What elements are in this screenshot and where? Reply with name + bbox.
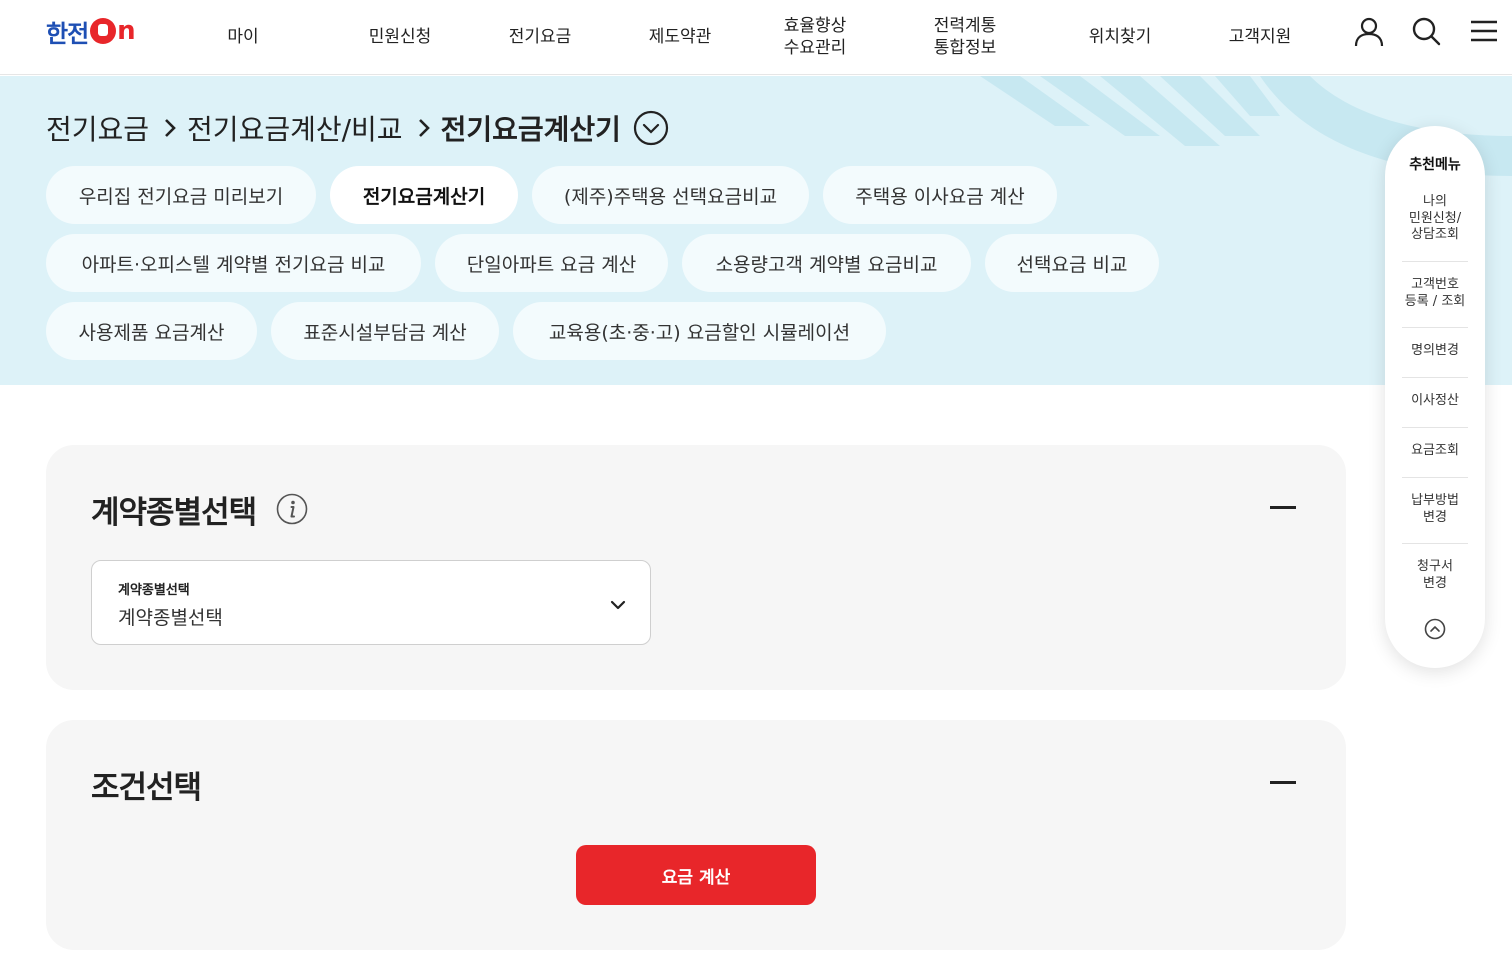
select-value: 계약종별선택 <box>118 607 223 629</box>
section-title: 조건선택 <box>91 770 202 806</box>
quick-menu: 추천메뉴 나의 민원신청/ 상담조회 고객번호 등록 / 조회 명의변경 이사정… <box>1385 126 1485 668</box>
quick-item-payment-method[interactable]: 납부방법 변경 <box>1402 490 1468 530</box>
quick-item-moving-settlement[interactable]: 이사정산 <box>1402 390 1468 412</box>
divider <box>1402 543 1468 544</box>
breadcrumb-dropdown-toggle[interactable] <box>633 110 669 146</box>
chip-appliance-calc[interactable]: 사용제품 요금계산 <box>46 302 257 360</box>
chevron-right-icon <box>417 117 431 139</box>
logo-on-mark: n <box>90 18 136 44</box>
chevron-up-circle-icon[interactable] <box>1424 618 1446 640</box>
chip-education-discount-sim[interactable]: 교육용(초·중·고) 요금할인 시뮬레이션 <box>513 302 886 360</box>
chip-home-bill-preview[interactable]: 우리집 전기요금 미리보기 <box>46 166 316 224</box>
chip-optional-rate-compare[interactable]: 선택요금 비교 <box>985 234 1159 292</box>
nav-my[interactable]: 마이 <box>203 0 283 75</box>
quick-item-invoice-change[interactable]: 청구서 변경 <box>1402 556 1468 596</box>
search-icon[interactable] <box>1410 16 1442 48</box>
quick-item-name-change[interactable]: 명의변경 <box>1402 340 1468 362</box>
collapse-toggle-button[interactable] <box>1270 497 1300 517</box>
contract-type-select[interactable]: 계약종별선택 계약종별선택 <box>91 560 651 645</box>
nav-locations[interactable]: 위치찾기 <box>1070 0 1170 75</box>
divider <box>1402 327 1468 328</box>
chip-small-customer-compare[interactable]: 소용량고객 계약별 요금비교 <box>682 234 971 292</box>
logo-suffix: n <box>117 16 136 46</box>
nav-regulations[interactable]: 제도약관 <box>630 0 730 75</box>
minus-icon <box>1270 505 1296 509</box>
nav-civil-request[interactable]: 민원신청 <box>350 0 450 75</box>
chip-bill-calculator[interactable]: 전기요금계산기 <box>330 166 518 224</box>
quick-item-bill-inquiry[interactable]: 요금조회 <box>1402 440 1468 462</box>
nav-electricity-bill[interactable]: 전기요금 <box>490 0 590 75</box>
minus-icon <box>1270 780 1296 784</box>
menu-icon[interactable] <box>1468 16 1500 48</box>
divider <box>1402 477 1468 478</box>
chevron-down-circle-icon <box>633 110 668 146</box>
breadcrumb-current: 전기요금계산기 <box>440 113 621 146</box>
logo-text: 한전 <box>46 19 89 48</box>
breadcrumb: 전기요금 전기요금계산/비교 전기요금계산기 <box>46 106 669 150</box>
nav-efficiency-demand[interactable]: 효율향상 수요관리 <box>765 0 865 75</box>
calculate-bill-button[interactable]: 요금 계산 <box>576 845 816 905</box>
divider <box>1402 261 1468 262</box>
chevron-right-icon <box>163 117 177 139</box>
user-icon[interactable] <box>1353 16 1385 48</box>
condition-section: 조건선택 요금 계산 <box>46 720 1346 950</box>
section-title: 계약종별선택 <box>91 495 257 531</box>
quick-item-customer-number[interactable]: 고객번호 등록 / 조회 <box>1402 274 1468 314</box>
select-label: 계약종별선택 <box>118 583 190 598</box>
quick-item-my-requests[interactable]: 나의 민원신청/ 상담조회 <box>1402 190 1468 248</box>
chip-apartment-officetel-compare[interactable]: 아파트·오피스텔 계약별 전기요금 비교 <box>46 234 421 292</box>
nav-grid-info[interactable]: 전력계통 통합정보 <box>910 0 1020 75</box>
chip-single-apartment-calc[interactable]: 단일아파트 요금 계산 <box>435 234 668 292</box>
chevron-down-icon <box>610 600 626 610</box>
breadcrumb-item[interactable]: 전기요금 <box>46 108 149 148</box>
chip-residential-moving-calc[interactable]: 주택용 이사요금 계산 <box>823 166 1057 224</box>
divider <box>1402 377 1468 378</box>
header: 한전 n 마이 민원신청 전기요금 제도약관 효율향상 수요관리 전력계통 통합… <box>0 0 1512 75</box>
chip-jeju-residential-compare[interactable]: (제주)주택용 선택요금비교 <box>532 166 809 224</box>
quick-menu-title: 추천메뉴 <box>1409 157 1461 173</box>
collapse-toggle-button[interactable] <box>1270 772 1300 792</box>
divider <box>1402 427 1468 428</box>
info-icon[interactable] <box>276 493 308 525</box>
nav-customer-support[interactable]: 고객지원 <box>1210 0 1310 75</box>
contract-type-section: 계약종별선택 계약종별선택 계약종별선택 <box>46 445 1346 690</box>
breadcrumb-item[interactable]: 전기요금계산/비교 <box>187 108 403 148</box>
logo-plug-icon <box>90 18 117 44</box>
chip-standard-facility-charge[interactable]: 표준시설부담금 계산 <box>271 302 499 360</box>
kepco-on-logo[interactable]: 한전 n <box>46 16 136 48</box>
